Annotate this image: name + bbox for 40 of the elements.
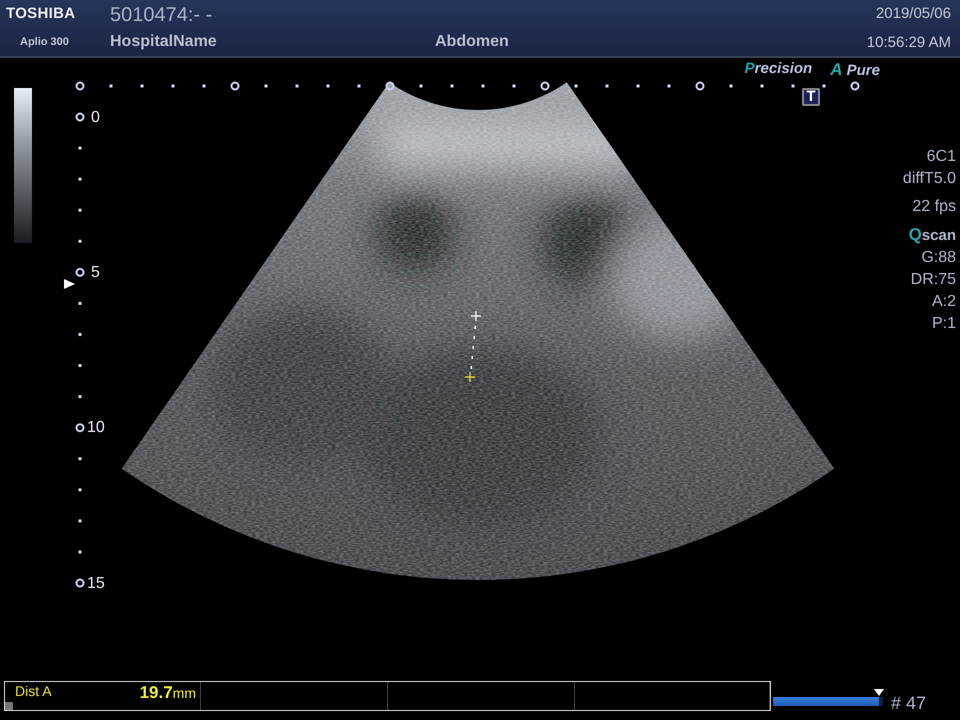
body-mark-icon: T: [802, 88, 820, 106]
exam-type: Abdomen: [435, 33, 509, 51]
scale-marker-icon: [696, 82, 704, 90]
caliper-cross-icon: [470, 310, 482, 322]
scan-parameter: A:2: [932, 292, 956, 312]
scan-parameter: DR:75: [910, 270, 956, 290]
image-mode-label: Precision: [744, 60, 812, 79]
scan-parameter: diffT5.0: [902, 169, 956, 189]
brand-logo: TOSHIBA: [6, 5, 76, 22]
corner-marker-icon: [5, 702, 13, 710]
scale-marker-icon: [230, 82, 240, 90]
scale-marker-icon: [76, 82, 84, 90]
measurement-value: 19.7mm: [140, 683, 196, 703]
scale-marker-icon: [76, 112, 84, 122]
depth-label: 0: [91, 110, 100, 126]
exam-time: 10:56:29 AM: [866, 34, 951, 51]
image-mode-label: A Pure: [830, 60, 880, 80]
depth-label: 10: [87, 420, 105, 436]
depth-label: 5: [91, 265, 100, 281]
scan-parameter: P:1: [932, 314, 956, 334]
scale-marker-icon: [76, 578, 84, 588]
scan-parameter: G:88: [921, 248, 956, 268]
scale-marker-icon: [540, 82, 550, 90]
scale-marker-icon: [76, 268, 84, 277]
focus-marker-icon: [64, 279, 75, 289]
scale-marker-icon: [386, 82, 394, 90]
scale-marker-icon: [76, 423, 84, 432]
patient-id: 5010474:- -: [110, 5, 212, 25]
caliper-cross-icon: [464, 371, 476, 383]
frame-number: # 47: [891, 693, 926, 714]
depth-label: 15: [87, 576, 105, 592]
exam-date: 2019/05/06: [876, 5, 951, 22]
measurement-label: Dist A: [15, 683, 52, 699]
caliper-line: [470, 326, 476, 369]
scan-mode-label: Qscan: [908, 224, 956, 246]
scale-marker-icon: [850, 82, 860, 90]
frame-rate: 22 fps: [912, 197, 956, 217]
scan-parameter: 6C1: [926, 147, 956, 167]
model-name: Aplio 300: [19, 36, 69, 50]
hospital-name: HospitalName: [110, 33, 217, 51]
